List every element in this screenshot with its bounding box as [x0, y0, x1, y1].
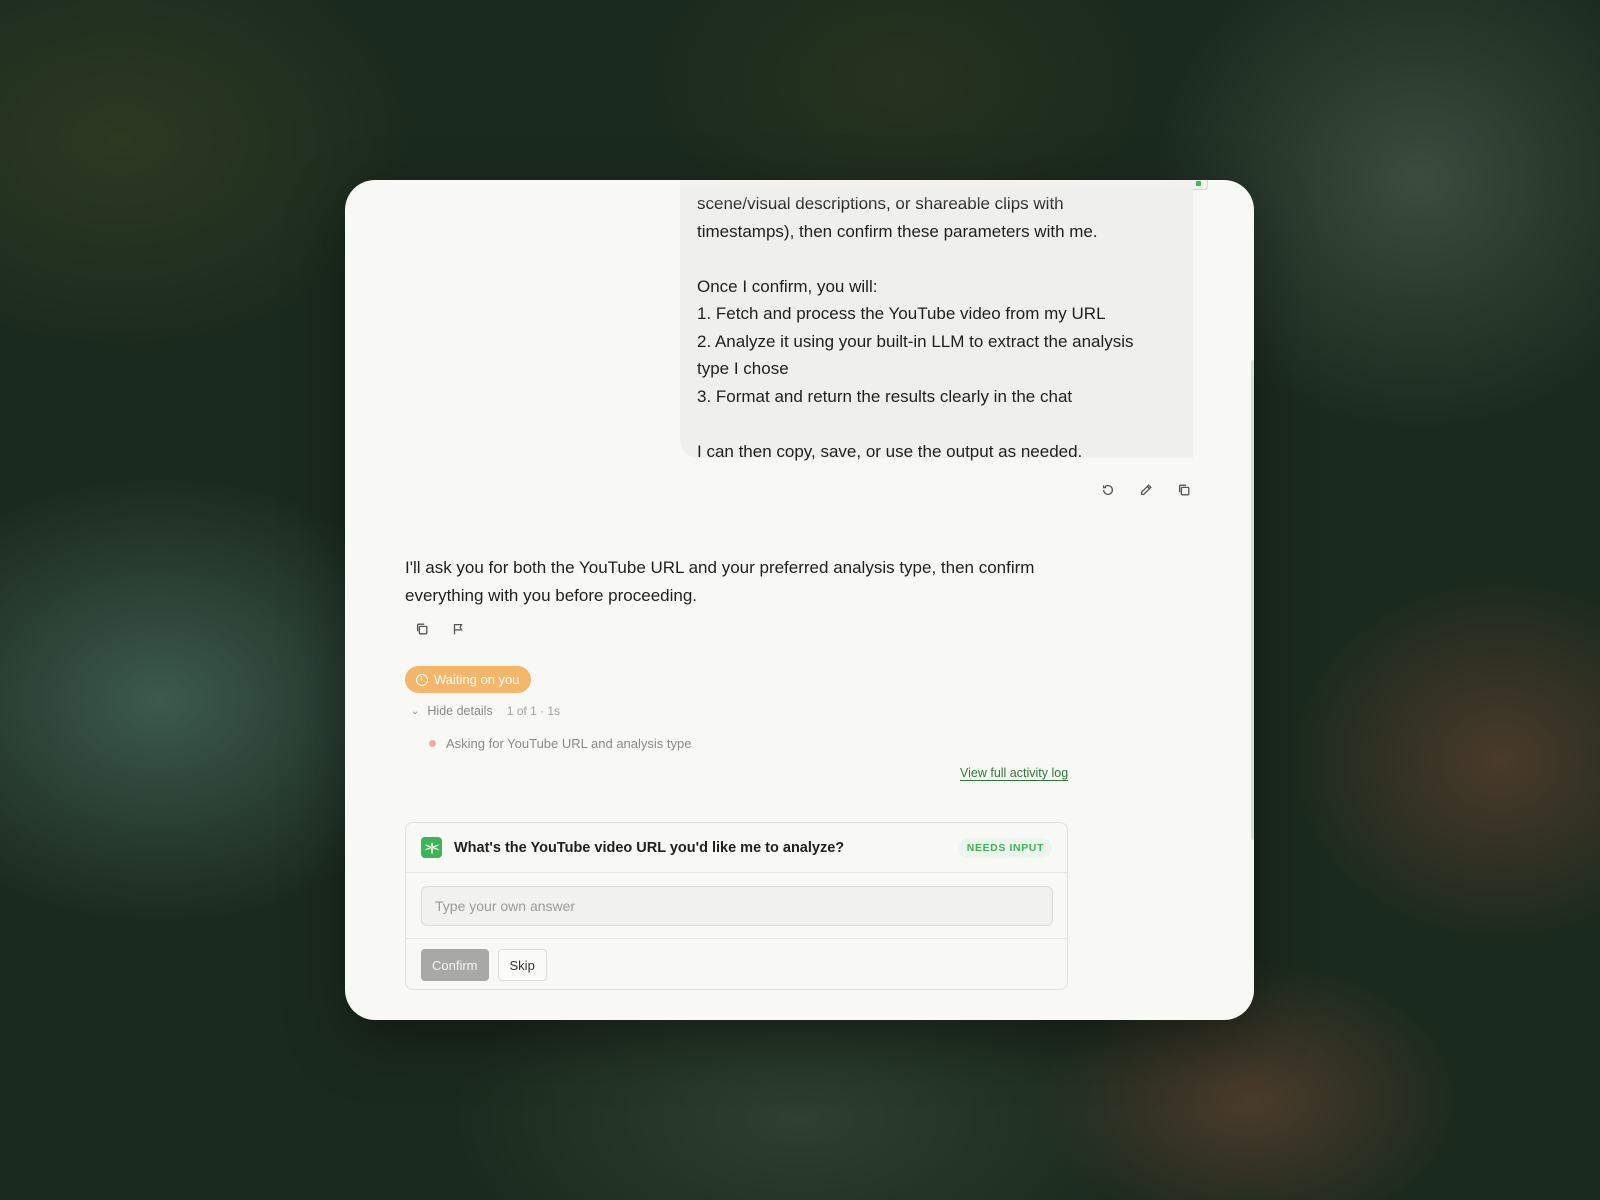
question-text: What's the YouTube video URL you'd like …	[454, 839, 845, 856]
details-meta: 1 of 1 · 1s	[506, 704, 561, 718]
user-message-bubble: scene/visual descriptions, or shareable …	[680, 180, 1193, 461]
details-toggle-label: Hide details	[427, 704, 493, 718]
status-label: Waiting on you	[434, 672, 520, 687]
activity-step: Asking for YouTube URL and analysis type	[429, 736, 691, 751]
step-label: Asking for YouTube URL and analysis type	[446, 736, 692, 751]
question-card-header: >|< What's the YouTube video URL you'd l…	[406, 823, 1067, 873]
user-message-line: 3. Format and return the results clearly…	[697, 386, 1073, 406]
edit-icon[interactable]	[1136, 480, 1156, 500]
question-card-footer: Confirm Skip	[406, 939, 1067, 991]
user-message-line: 2. Analyze it using your built-in LLM to…	[697, 331, 1134, 351]
user-message-line: 1. Fetch and process the YouTube video f…	[697, 304, 1106, 323]
user-message-line: Once I confirm, you will:	[697, 276, 878, 296]
user-message-line: timestamps), then confirm these paramete…	[697, 221, 1098, 241]
copy-icon[interactable]	[413, 620, 431, 638]
agent-logo-icon: >|<	[421, 837, 442, 858]
confirm-button[interactable]: Confirm	[421, 949, 489, 981]
needs-input-badge: NEEDS INPUT	[958, 837, 1052, 858]
details-toggle[interactable]: ⌄ Hide details 1 of 1 · 1s	[411, 704, 560, 718]
user-message-actions	[1098, 480, 1194, 500]
copy-icon[interactable]	[1174, 480, 1194, 500]
user-message-blank-line	[697, 245, 1177, 273]
answer-input[interactable]	[421, 886, 1053, 926]
user-message-line: I can then copy, save, or use the output…	[697, 441, 1083, 461]
question-card: >|< What's the YouTube video URL you'd l…	[405, 822, 1068, 990]
chat-window: scene/visual descriptions, or shareable …	[345, 180, 1254, 1020]
flag-icon[interactable]	[449, 620, 467, 638]
assistant-message: I'll ask you for both the YouTube URL an…	[405, 558, 1035, 605]
user-message-blank-line	[697, 410, 1177, 438]
skip-button[interactable]: Skip	[497, 949, 547, 981]
step-status-dot	[429, 740, 436, 747]
question-card-body	[406, 873, 1067, 939]
chevron-down-icon: ⌄	[411, 705, 420, 717]
retry-icon[interactable]	[1098, 480, 1118, 500]
status-badge: Waiting on you	[405, 666, 531, 693]
scrollbar[interactable]	[1251, 360, 1254, 840]
user-message-line: type I chose	[697, 359, 789, 378]
assistant-message-actions	[413, 620, 467, 638]
view-activity-log-link[interactable]: View full activity log	[960, 766, 1068, 780]
scroll-fade	[680, 180, 1193, 208]
alert-icon	[416, 673, 428, 686]
